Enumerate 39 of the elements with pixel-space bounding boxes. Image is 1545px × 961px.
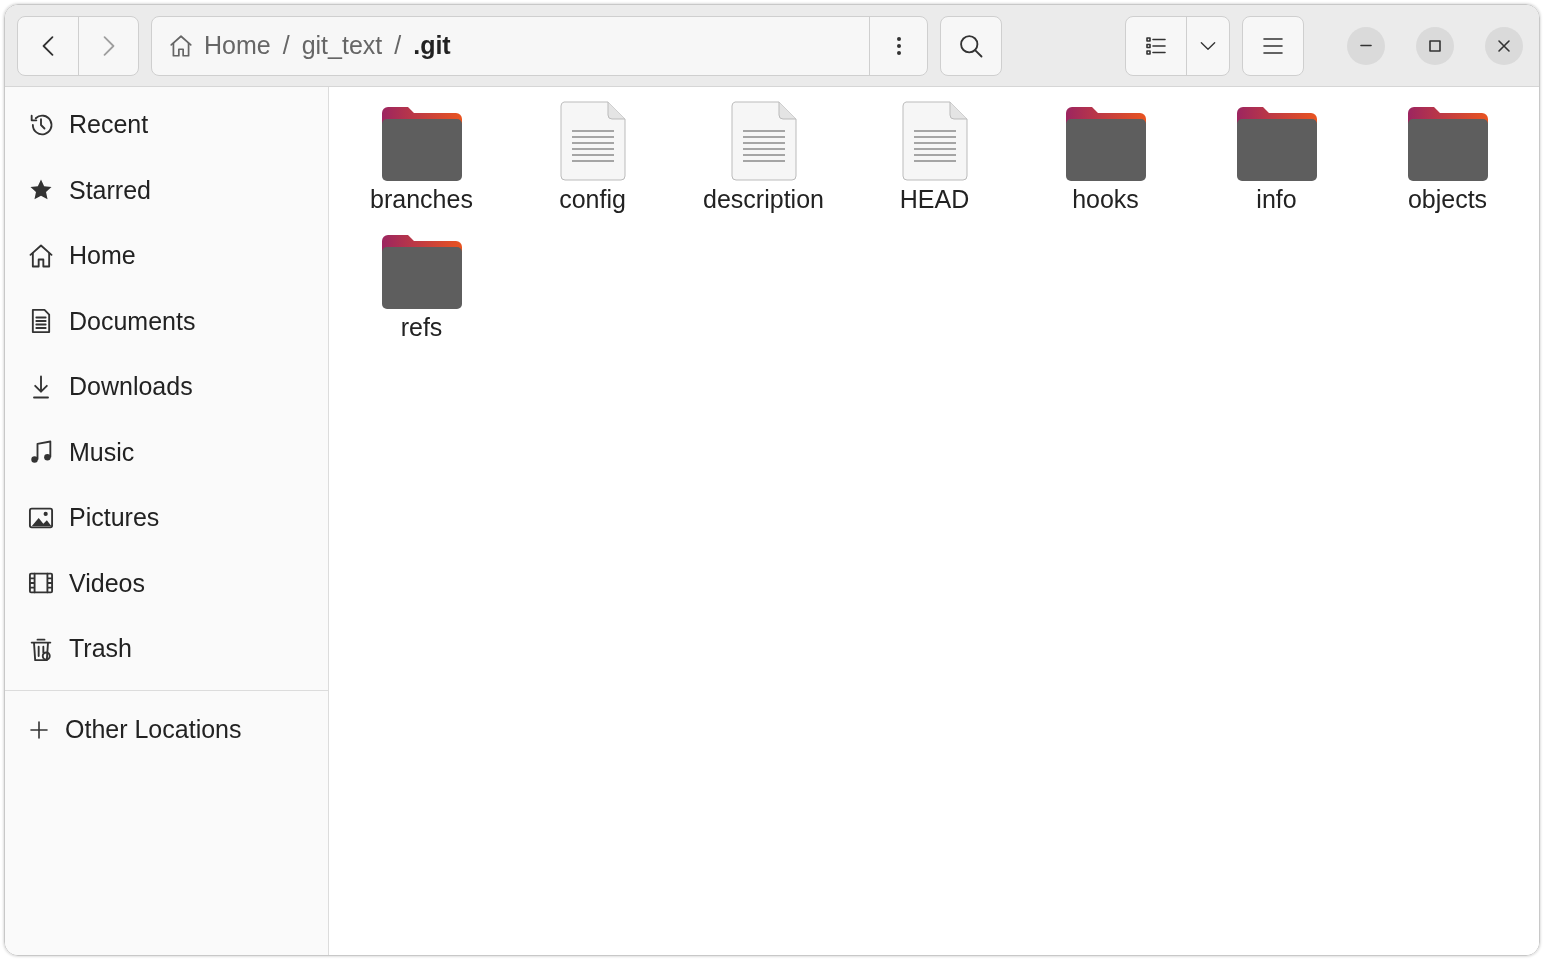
sidebar-item[interactable]: Recent xyxy=(5,92,328,158)
close-button[interactable] xyxy=(1485,26,1523,65)
path-crumb[interactable]: .git xyxy=(413,31,451,60)
folder-icon xyxy=(381,105,462,181)
file-item[interactable]: branches xyxy=(336,99,507,227)
path-separator: / xyxy=(394,31,402,60)
folder-icon xyxy=(381,233,462,309)
sidebar-item[interactable]: Starred xyxy=(5,157,328,223)
maximize-button[interactable] xyxy=(1416,26,1454,65)
file-item[interactable]: config xyxy=(507,99,678,227)
minimize-icon xyxy=(1359,44,1373,47)
file-item[interactable]: objects xyxy=(1362,99,1533,227)
folder-icon xyxy=(1065,105,1146,181)
path-separator: / xyxy=(282,31,290,60)
text-file-icon xyxy=(730,101,797,181)
file-item[interactable]: hooks xyxy=(1020,99,1191,227)
chevron-left-icon xyxy=(42,35,54,56)
sidebar-item[interactable]: Other Locations xyxy=(5,690,328,769)
sidebar-item[interactable]: Trash xyxy=(5,616,328,682)
sidebar-item[interactable]: Pictures xyxy=(5,485,328,551)
folder-icon xyxy=(1236,105,1317,181)
file-item[interactable]: description xyxy=(678,99,849,227)
folder-icon xyxy=(1407,105,1488,181)
file-item[interactable]: refs xyxy=(336,227,507,355)
sidebar-item[interactable]: Music xyxy=(5,419,328,485)
text-file-icon xyxy=(559,101,626,181)
chevron-right-icon xyxy=(102,35,115,56)
sidebar-item[interactable]: Videos xyxy=(5,550,328,616)
file-item[interactable]: info xyxy=(1191,99,1362,227)
file-item[interactable]: HEAD xyxy=(849,99,1020,227)
sidebar-item[interactable]: Downloads xyxy=(5,354,328,420)
sidebar-item[interactable]: Home xyxy=(5,223,328,289)
vertical-dots-icon xyxy=(895,34,902,57)
close-icon xyxy=(1496,37,1512,54)
sidebar-item[interactable]: Documents xyxy=(5,288,328,354)
maximize-icon xyxy=(1427,37,1443,54)
path-crumb[interactable]: git_text xyxy=(301,31,383,60)
path-crumb[interactable]: Home xyxy=(168,31,271,60)
text-file-icon xyxy=(901,101,968,181)
